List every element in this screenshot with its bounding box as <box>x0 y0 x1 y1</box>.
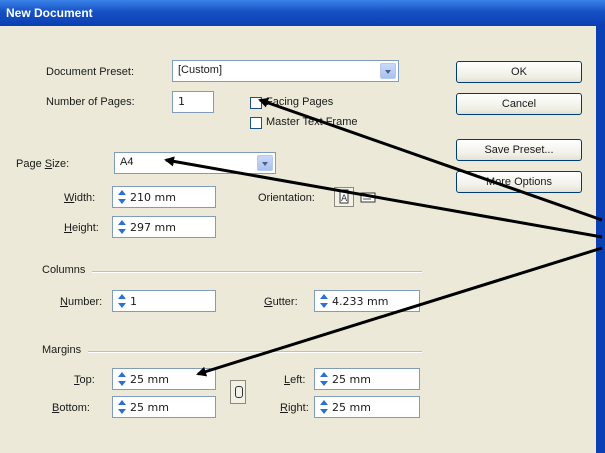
arrow-to-facing-pages <box>258 97 603 222</box>
new-document-dialog: New Document Document Preset: [Custom] N… <box>0 0 605 453</box>
annotation-arrows <box>164 97 603 377</box>
arrow-to-margins-top <box>196 246 603 377</box>
